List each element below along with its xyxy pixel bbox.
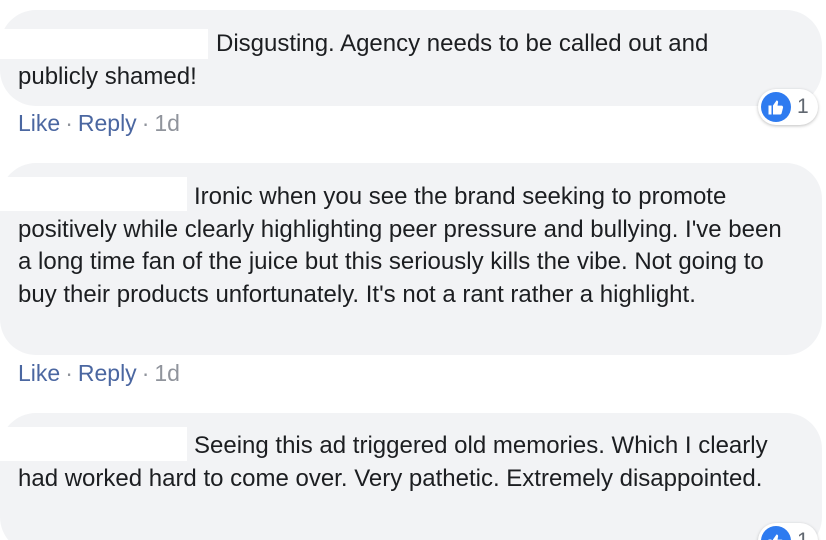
like-link[interactable]: Like [18, 110, 60, 136]
comment-thread: Disgusting. Agency needs to be called ou… [0, 0, 826, 540]
separator-dot: · [65, 110, 73, 136]
redacted-author-name [0, 29, 208, 59]
redacted-author-name [0, 177, 187, 211]
comment-actions: Like · Reply · 1d [18, 360, 180, 387]
separator-dot: · [141, 360, 150, 386]
separator-dot: · [65, 360, 73, 386]
comment-actions: Like · Reply · 1d [18, 110, 180, 137]
reaction-count: 1 [797, 529, 809, 540]
reply-link[interactable]: Reply [78, 360, 137, 386]
thumbs-up-icon [761, 92, 791, 122]
timestamp[interactable]: 1d [154, 110, 180, 136]
redacted-author-name [0, 427, 187, 461]
like-link[interactable]: Like [18, 360, 60, 386]
reply-link[interactable]: Reply [78, 110, 137, 136]
reaction-summary[interactable]: 1 [758, 89, 818, 125]
reaction-count: 1 [797, 95, 809, 118]
reaction-summary[interactable]: 1 [758, 523, 818, 540]
separator-dot: · [141, 110, 150, 136]
thumbs-up-icon [761, 526, 791, 540]
timestamp[interactable]: 1d [154, 360, 180, 386]
